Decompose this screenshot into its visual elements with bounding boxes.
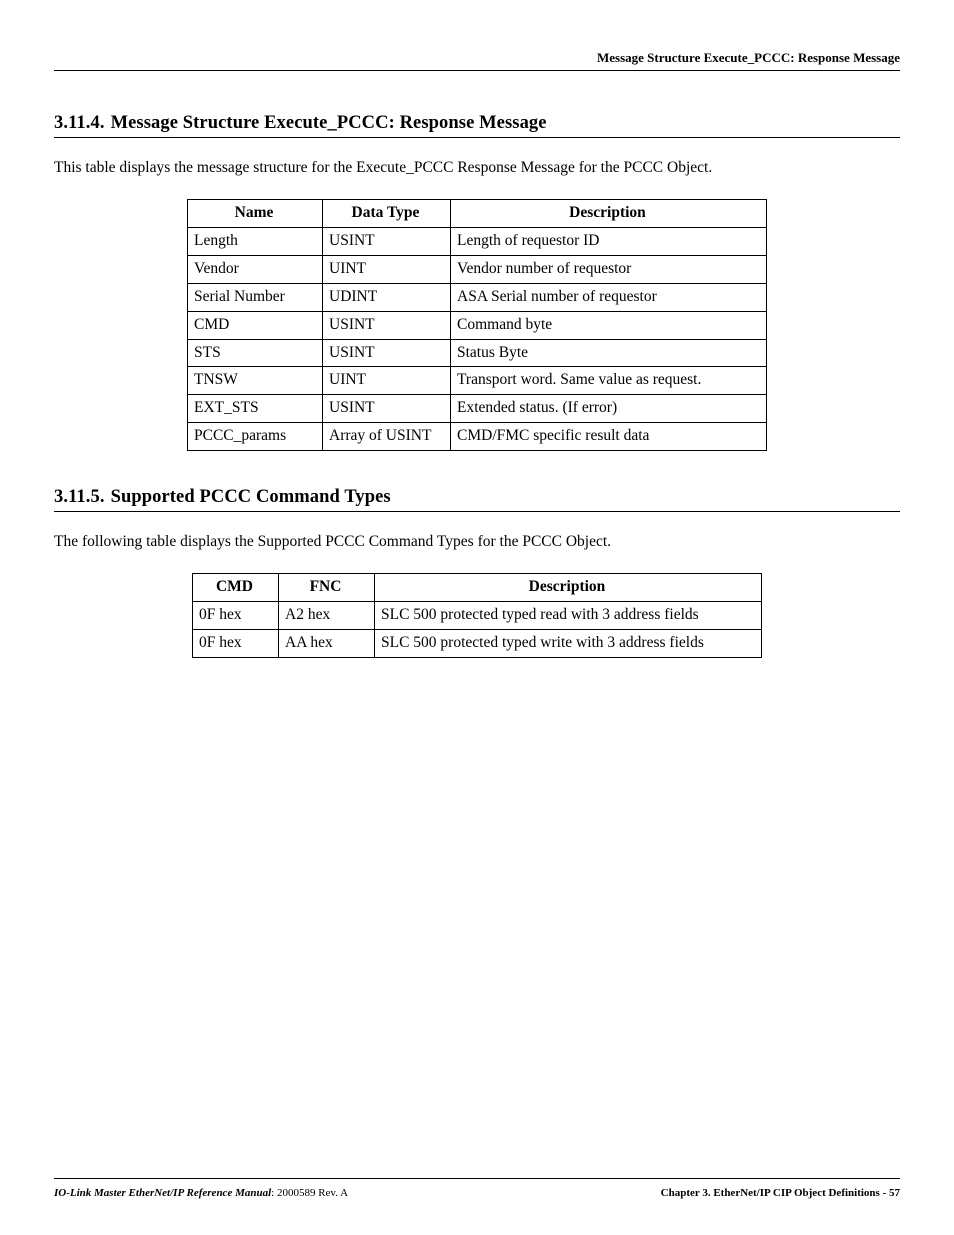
section-intro-3-11-4: This table displays the message structur… [54,158,900,179]
cell: SLC 500 protected typed write with 3 add… [375,629,762,657]
cell: CMD [188,311,323,339]
cell: UINT [323,367,451,395]
cell: ASA Serial number of requestor [451,283,767,311]
cell: USINT [323,339,451,367]
running-header: Message Structure Execute_PCCC: Response… [54,50,900,71]
page-footer: IO-Link Master EtherNet/IP Reference Man… [54,1178,900,1199]
footer-doc-title: IO-Link Master EtherNet/IP Reference Man… [54,1187,271,1199]
cell: Serial Number [188,283,323,311]
footer-right: Chapter 3. EtherNet/IP CIP Object Defini… [661,1187,900,1199]
col-header-fnc: FNC [279,574,375,602]
table-row: EXT_STSUSINTExtended status. (If error) [188,395,767,423]
table-row: Serial NumberUDINTASA Serial number of r… [188,283,767,311]
col-header-name: Name [188,199,323,227]
section-title: Message Structure Execute_PCCC: Response… [111,113,547,133]
cell: Vendor number of requestor [451,255,767,283]
section-heading-3-11-4: 3.11.4. Message Structure Execute_PCCC: R… [54,113,900,138]
command-types-table: CMD FNC Description 0F hexA2 hexSLC 500 … [192,573,762,658]
table-header-row: Name Data Type Description [188,199,767,227]
cell: EXT_STS [188,395,323,423]
cell: A2 hex [279,602,375,630]
table-row: CMDUSINTCommand byte [188,311,767,339]
response-message-table: Name Data Type Description LengthUSINTLe… [187,199,767,451]
table-row: 0F hexAA hexSLC 500 protected typed writ… [193,629,762,657]
cell: USINT [323,311,451,339]
cell: UDINT [323,283,451,311]
cell: SLC 500 protected typed read with 3 addr… [375,602,762,630]
cell: Length [188,227,323,255]
table-header-row: CMD FNC Description [193,574,762,602]
section-number: 3.11.5. [54,487,105,507]
section-intro-3-11-5: The following table displays the Support… [54,532,900,553]
col-header-description: Description [451,199,767,227]
col-header-description: Description [375,574,762,602]
cell: TNSW [188,367,323,395]
section-number: 3.11.4. [54,113,105,133]
cell: STS [188,339,323,367]
section-title: Supported PCCC Command Types [111,487,391,507]
cell: Array of USINT [323,423,451,451]
table-row: VendorUINTVendor number of requestor [188,255,767,283]
cell: UINT [323,255,451,283]
table-row: STSUSINTStatus Byte [188,339,767,367]
cell: CMD/FMC specific result data [451,423,767,451]
cell: PCCC_params [188,423,323,451]
cell: USINT [323,395,451,423]
cell: 0F hex [193,602,279,630]
cell: USINT [323,227,451,255]
table-row: PCCC_paramsArray of USINTCMD/FMC specifi… [188,423,767,451]
cell: Status Byte [451,339,767,367]
table-row: LengthUSINTLength of requestor ID [188,227,767,255]
cell: Transport word. Same value as request. [451,367,767,395]
cell: 0F hex [193,629,279,657]
section-heading-3-11-5: 3.11.5. Supported PCCC Command Types [54,487,900,512]
footer-left: IO-Link Master EtherNet/IP Reference Man… [54,1187,348,1199]
col-header-datatype: Data Type [323,199,451,227]
table-row: 0F hexA2 hexSLC 500 protected typed read… [193,602,762,630]
cell: AA hex [279,629,375,657]
cell: Length of requestor ID [451,227,767,255]
table-row: TNSWUINTTransport word. Same value as re… [188,367,767,395]
cell: Command byte [451,311,767,339]
footer-doc-rev: : 2000589 Rev. A [271,1187,348,1199]
cell: Vendor [188,255,323,283]
cell: Extended status. (If error) [451,395,767,423]
col-header-cmd: CMD [193,574,279,602]
